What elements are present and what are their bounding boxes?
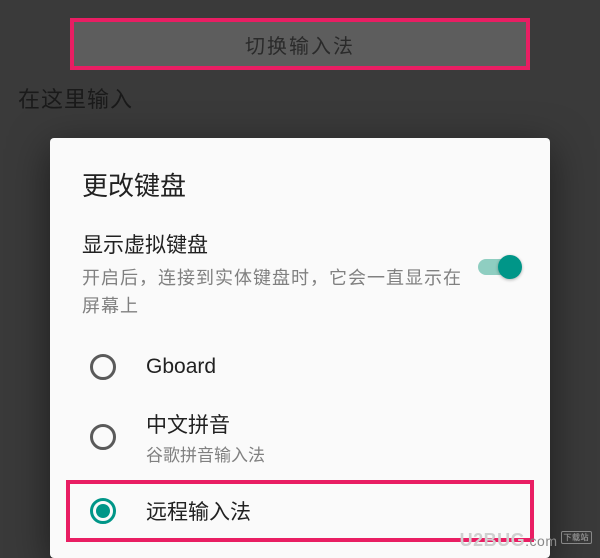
radio-text: Gboard [146, 355, 216, 379]
radio-icon [90, 354, 116, 380]
ime-option-gboard[interactable]: Gboard [58, 339, 542, 395]
change-keyboard-dialog: 更改键盘 显示虚拟键盘 开启后，连接到实体键盘时，它会一直显示在屏幕上 Gboa… [50, 138, 550, 558]
radio-icon-selected [90, 498, 116, 524]
watermark-domain: .com [525, 533, 557, 549]
input-placeholder-text[interactable]: 在这里输入 [18, 82, 600, 114]
watermark-site: U2BUG [460, 530, 526, 551]
radio-label: 中文拼音 [146, 409, 265, 439]
switch-thumb [498, 255, 522, 279]
radio-text: 远程输入法 [146, 496, 251, 526]
virtual-keyboard-switch[interactable] [476, 253, 522, 281]
toggle-description: 开启后，连接到实体键盘时，它会一直显示在屏幕上 [82, 265, 476, 321]
dialog-title: 更改键盘 [82, 166, 542, 203]
radio-label: 远程输入法 [146, 496, 251, 526]
watermark: U2BUG .com 下载站 [460, 530, 592, 551]
ime-radio-list: Gboard 中文拼音 谷歌拼音输入法 远程输入法 [58, 339, 542, 542]
ime-option-chinese-pinyin[interactable]: 中文拼音 谷歌拼音输入法 [58, 395, 542, 480]
radio-text: 中文拼音 谷歌拼音输入法 [146, 409, 265, 466]
switch-ime-button[interactable]: 切换输入法 [70, 18, 530, 70]
toggle-text-block: 显示虚拟键盘 开启后，连接到实体键盘时，它会一直显示在屏幕上 [82, 229, 476, 321]
radio-sublabel: 谷歌拼音输入法 [146, 441, 265, 466]
switch-ime-label: 切换输入法 [245, 30, 355, 59]
show-virtual-keyboard-row[interactable]: 显示虚拟键盘 开启后，连接到实体键盘时，它会一直显示在屏幕上 [58, 229, 542, 321]
radio-label: Gboard [146, 355, 216, 379]
toggle-label: 显示虚拟键盘 [82, 229, 476, 259]
watermark-tag: 下载站 [561, 531, 593, 544]
radio-icon [90, 424, 116, 450]
